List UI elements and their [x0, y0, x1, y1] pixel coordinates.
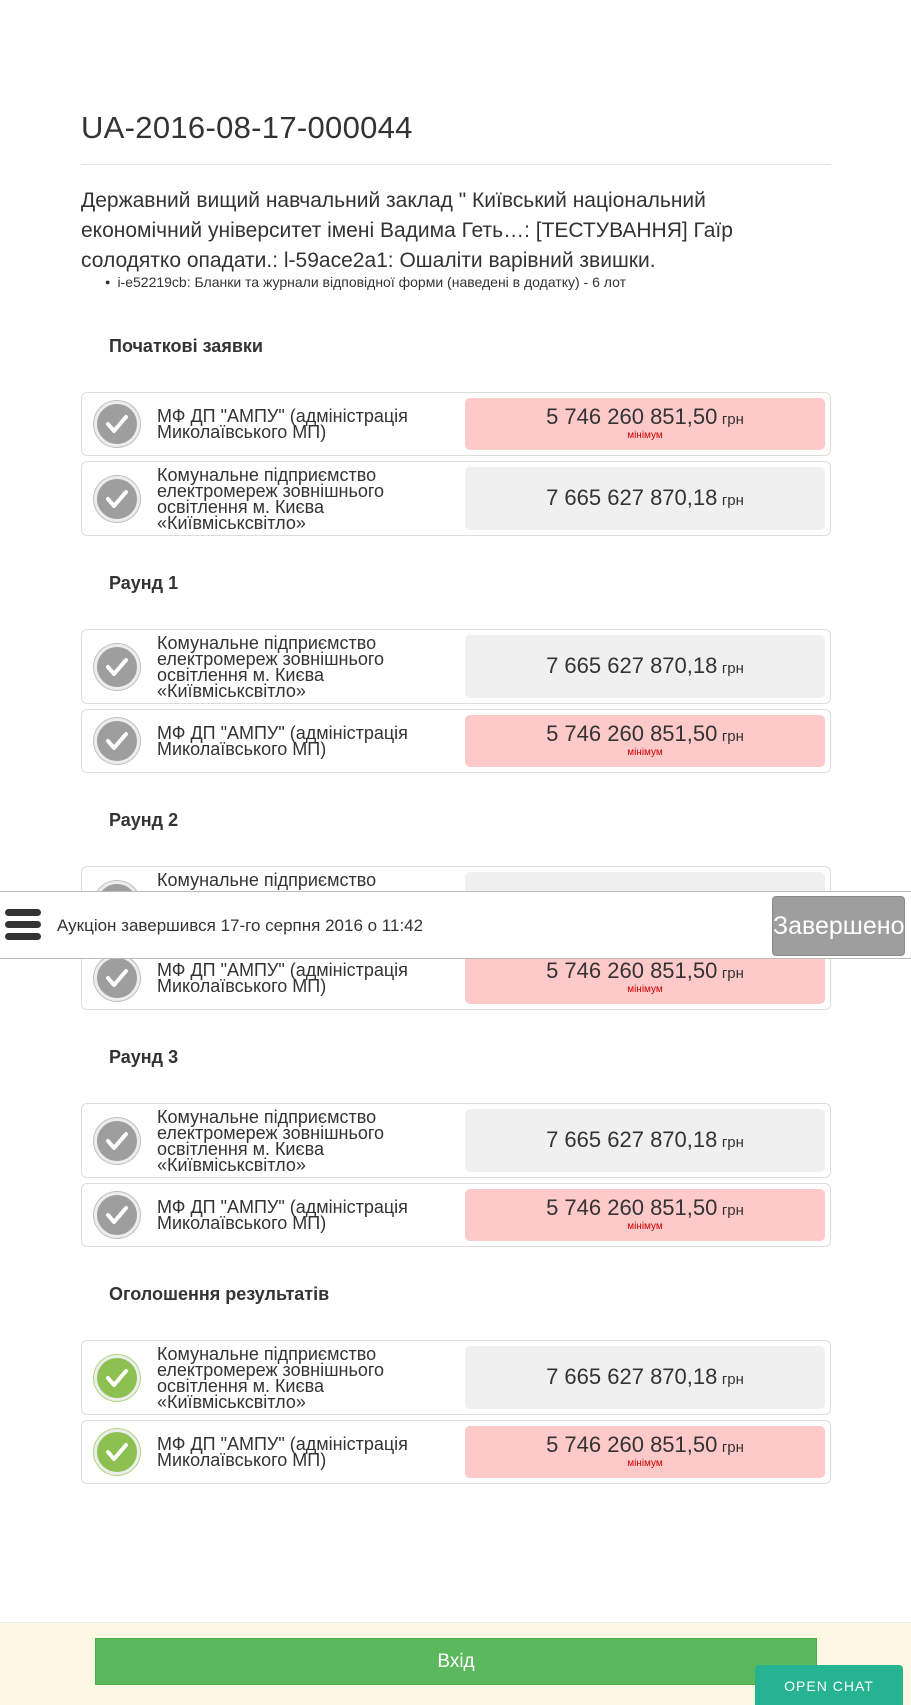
currency-label: грн	[721, 491, 744, 509]
bid-amount-box: 5 746 260 851,50 грн мінімум	[465, 398, 825, 450]
bid-row: Комунальне підприємство електромереж зов…	[81, 1103, 831, 1178]
bid-amount: 5 746 260 851,50	[546, 721, 718, 746]
minimum-label: мінімум	[627, 430, 663, 441]
auction-status-text: Аукціон завершився 17-го серпня 2016 о 1…	[57, 916, 424, 935]
lot-list: i-e52219cb: Бланки та журнали відповідно…	[105, 274, 626, 290]
bidder-name: МФ ДП "АМПУ" (адміністрація Миколаївсько…	[157, 1197, 408, 1233]
bid-row: МФ ДП "АМПУ" (адміністрація Миколаївсько…	[81, 1420, 831, 1484]
bidder-name: МФ ДП "АМПУ" (адміністрація Миколаївсько…	[157, 1434, 408, 1470]
minimum-label: мінімум	[627, 1221, 663, 1232]
status-bar: Аукціон завершився 17-го серпня 2016 о 1…	[0, 891, 911, 959]
title-divider	[81, 164, 831, 165]
bid-amount: 5 746 260 851,50	[546, 1432, 718, 1457]
lot-item: i-e52219cb: Бланки та журнали відповідно…	[105, 274, 626, 290]
bidder-name: МФ ДП "АМПУ" (адміністрація Миколаївсько…	[157, 406, 408, 442]
bid-row: МФ ДП "АМПУ" (адміністрація Миколаївсько…	[81, 392, 831, 456]
bidder-name: МФ ДП "АМПУ" (адміністрація Миколаївсько…	[157, 723, 408, 759]
bidder-name: Комунальне підприємство електромереж зов…	[157, 1343, 385, 1412]
checkmark-icon	[94, 718, 140, 764]
bidder-name: МФ ДП "АМПУ" (адміністрація Миколаївсько…	[157, 960, 408, 996]
auction-status-button[interactable]: Завершено	[772, 896, 905, 956]
bid-amount: 5 746 260 851,50	[546, 1195, 718, 1220]
currency-label: грн	[721, 411, 744, 428]
footer: Вхід OPEN CHAT	[0, 1622, 911, 1705]
currency-label: грн	[721, 1202, 744, 1219]
section-title: Раунд 1	[109, 573, 179, 593]
bid-row: МФ ДП "АМПУ" (адміністрація Миколаївсько…	[81, 1183, 831, 1247]
section-title: Оголошення результатів	[109, 1284, 330, 1304]
bid-amount: 5 746 260 851,50	[546, 404, 718, 429]
bid-row: Комунальне підприємство електромереж зов…	[81, 1340, 831, 1415]
bid-row: Комунальне підприємство електромереж зов…	[81, 629, 831, 704]
bidder-name: Комунальне підприємство електромереж зов…	[157, 464, 385, 533]
minimum-label: мінімум	[627, 747, 663, 758]
bid-amount-box: 7 665 627 870,18 грн	[465, 467, 825, 530]
currency-label: грн	[721, 1439, 744, 1456]
bid-amount: 7 665 627 870,18	[546, 1126, 718, 1152]
checkmark-icon	[94, 1192, 140, 1238]
currency-label: грн	[721, 965, 744, 982]
currency-label: грн	[721, 1370, 744, 1388]
bid-amount-box: 7 665 627 870,18 грн	[465, 635, 825, 698]
checkmark-icon	[94, 643, 140, 690]
section-title: Початкові заявки	[109, 336, 263, 356]
checkmark-icon	[94, 401, 140, 447]
currency-label: грн	[721, 1133, 744, 1151]
bid-amount-box: 5 746 260 851,50 грн мінімум	[465, 1426, 825, 1478]
bidder-name: Комунальне підприємство електромереж зов…	[157, 632, 385, 701]
auction-id: UA-2016-08-17-000044	[81, 110, 413, 145]
bid-amount: 7 665 627 870,18	[546, 1363, 718, 1389]
bid-amount-box: 5 746 260 851,50 грн мінімум	[465, 715, 825, 767]
checkmark-icon	[94, 475, 140, 522]
bid-amount: 7 665 627 870,18	[546, 652, 718, 678]
bid-row: МФ ДП "АМПУ" (адміністрація Миколаївсько…	[81, 709, 831, 773]
bid-amount-box: 7 665 627 870,18 грн	[465, 1346, 825, 1409]
checkmark-icon	[94, 1429, 140, 1475]
checkmark-icon	[94, 1354, 140, 1401]
open-chat-button[interactable]: OPEN CHAT	[755, 1665, 903, 1705]
bid-amount-box: 5 746 260 851,50 грн мінімум	[465, 952, 825, 1004]
login-button[interactable]: Вхід	[95, 1638, 817, 1685]
bidder-name: Комунальне підприємство електромереж зов…	[157, 1106, 385, 1175]
auction-title: Державний вищий навчальний заклад " Київ…	[81, 189, 733, 272]
checkmark-icon	[94, 955, 140, 1001]
bid-amount-box: 7 665 627 870,18 грн	[465, 1109, 825, 1172]
checkmark-icon	[94, 1117, 140, 1164]
section-title: Раунд 2	[109, 810, 179, 830]
bid-amount-box: 5 746 260 851,50 грн мінімум	[465, 1189, 825, 1241]
bid-row: Комунальне підприємство електромереж зов…	[81, 461, 831, 536]
currency-label: грн	[721, 728, 744, 745]
minimum-label: мінімум	[627, 1458, 663, 1469]
section-title: Раунд 3	[109, 1047, 179, 1067]
minimum-label: мінімум	[627, 984, 663, 995]
hamburger-menu-icon[interactable]	[5, 909, 41, 941]
bid-amount: 7 665 627 870,18	[546, 484, 718, 510]
currency-label: грн	[721, 659, 744, 677]
bid-amount: 5 746 260 851,50	[546, 958, 718, 983]
bidder-name: Комунальне підприємство	[157, 869, 377, 890]
